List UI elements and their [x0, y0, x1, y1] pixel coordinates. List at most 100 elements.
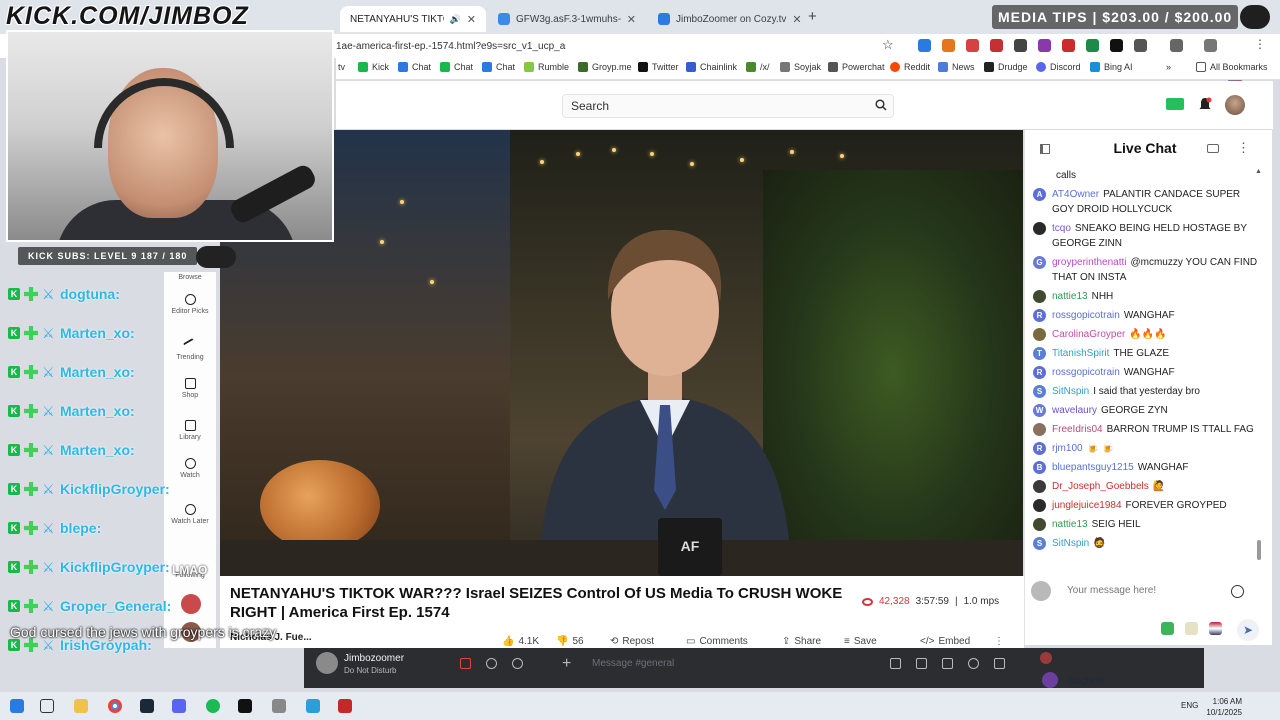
chat-menu-icon[interactable]: ⋮	[1237, 140, 1250, 156]
steam-icon[interactable]	[140, 699, 154, 713]
scroll-up-icon[interactable]: ▲	[1255, 168, 1262, 175]
bookmark-twitter[interactable]: Twitter	[638, 62, 679, 72]
chat-username[interactable]: FreeIdris04	[1052, 424, 1103, 435]
w-emote-icon[interactable]	[1185, 622, 1198, 635]
all-bookmarks[interactable]: All Bookmarks	[1196, 62, 1268, 72]
chat-username[interactable]: CarolinaGroyper	[1052, 329, 1125, 340]
extension-icon[interactable]	[1110, 39, 1123, 52]
windows-start-icon[interactable]	[10, 699, 24, 713]
send-icon[interactable]: ➤	[1237, 619, 1259, 641]
chat-username[interactable]: rossgopicotrain	[1052, 367, 1120, 378]
chat-user-avatar[interactable]	[1033, 222, 1046, 235]
chat-user-avatar[interactable]	[1033, 518, 1046, 531]
new-tab-button[interactable]: +	[808, 8, 817, 25]
chat-user-avatar[interactable]	[1033, 328, 1046, 341]
bookmark-groyp[interactable]: Groyp.me	[578, 62, 632, 72]
dislike-button[interactable]: 👎 56	[556, 636, 584, 647]
bookmark-partial[interactable]: tv	[338, 62, 345, 72]
reading-list-icon[interactable]	[1204, 39, 1217, 52]
bookmark-powerchat[interactable]: Powerchat	[828, 62, 885, 72]
gift-icon[interactable]	[890, 658, 901, 669]
video-player[interactable]: AF	[220, 130, 1023, 576]
emoji-icon[interactable]	[1231, 585, 1244, 598]
bookmark-kick[interactable]: Kick	[358, 62, 389, 72]
settings-gear-icon[interactable]	[512, 658, 523, 669]
chat-username[interactable]: Dr_Joseph_Goebbels	[1052, 481, 1149, 492]
bookmarks-overflow-icon[interactable]: »	[1166, 62, 1171, 72]
member-avatar[interactable]	[1042, 672, 1058, 688]
terminal-icon[interactable]	[238, 699, 252, 713]
telegram-icon[interactable]	[306, 699, 320, 713]
bookmark-reddit[interactable]: Reddit	[890, 62, 930, 72]
discord-icon[interactable]	[172, 699, 186, 713]
file-explorer-icon[interactable]	[74, 699, 88, 713]
bookmark-star-icon[interactable]: ☆	[882, 37, 894, 53]
chat-username[interactable]: nattie13	[1052, 519, 1088, 530]
chat-username[interactable]: SitNspin	[1052, 538, 1089, 549]
chat-user-avatar[interactable]: B	[1033, 461, 1046, 474]
go-live-camera-icon[interactable]	[1166, 98, 1184, 110]
chat-user-avatar[interactable]: G	[1033, 256, 1046, 269]
chat-scrollbar[interactable]	[1257, 540, 1261, 560]
tab-active[interactable]: NETANYAHU'S TIKTOK WAR 🔊 ✕	[340, 6, 486, 32]
nav-watch-later[interactable]: Watch Later	[164, 504, 216, 525]
repost-button[interactable]: ⟲ Repost	[610, 636, 654, 647]
bookmark-news[interactable]: News	[938, 62, 975, 72]
chat-username[interactable]: junglejuice1984	[1052, 500, 1122, 511]
like-button[interactable]: 👍 4.1K	[502, 636, 539, 647]
chat-user-avatar[interactable]	[1033, 480, 1046, 493]
extension-icon[interactable]	[1062, 39, 1075, 52]
popout-chat-icon[interactable]	[1207, 144, 1219, 153]
chat-username[interactable]: wavelaury	[1052, 405, 1097, 416]
close-tab-icon[interactable]: ✕	[792, 13, 801, 26]
flag-icon[interactable]	[1209, 622, 1222, 635]
nav-browse[interactable]: Browse	[164, 274, 216, 281]
extension-icon[interactable]	[942, 39, 955, 52]
nav-editor-picks[interactable]: Editor Picks	[164, 294, 216, 315]
chat-username[interactable]: AT4Owner	[1052, 189, 1099, 200]
chat-username[interactable]: rossgopicotrain	[1052, 310, 1120, 321]
media-control-icon[interactable]	[1170, 39, 1183, 52]
close-tab-icon[interactable]: ✕	[627, 13, 636, 26]
extension-icon[interactable]	[1038, 39, 1051, 52]
extension-icon[interactable]	[990, 39, 1003, 52]
chat-user-avatar[interactable]	[1033, 423, 1046, 436]
chrome-icon[interactable]	[108, 699, 122, 713]
chat-user-avatar[interactable]	[1033, 290, 1046, 303]
notification-bell-icon[interactable]	[1198, 97, 1212, 112]
embed-button[interactable]: </> Embed	[920, 636, 970, 647]
headphones-icon[interactable]	[486, 658, 497, 669]
chat-message-input[interactable]: Your message here!	[1061, 580, 1221, 602]
search-icon[interactable]	[875, 99, 887, 111]
chat-username[interactable]: SitNspin	[1052, 386, 1089, 397]
emoji-icon[interactable]	[968, 658, 979, 669]
nav-watch-history[interactable]: Watch	[164, 458, 216, 479]
chat-username[interactable]: bluepantsguy1215	[1052, 462, 1134, 473]
chat-user-avatar[interactable]	[1033, 499, 1046, 512]
app-icon[interactable]	[272, 699, 286, 713]
bookmark-bing[interactable]: Bing AI	[1090, 62, 1133, 72]
discord-message-input[interactable]: Message #general	[592, 658, 674, 669]
url-field[interactable]: 1ae-america-first-ep.-1574.html?e9s=src_…	[336, 37, 906, 56]
sticker-icon[interactable]	[942, 658, 953, 669]
share-button[interactable]: ⇪ Share	[782, 636, 821, 647]
nav-shop[interactable]: Shop	[164, 378, 216, 399]
task-view-icon[interactable]	[40, 699, 54, 713]
chat-username[interactable]: tcqo	[1052, 223, 1071, 234]
bookmark-rumble[interactable]: Rumble	[524, 62, 569, 72]
app-icon[interactable]	[338, 699, 352, 713]
discord-avatar[interactable]	[316, 652, 338, 674]
extension-icon[interactable]	[918, 39, 931, 52]
bookmark-x[interactable]: /x/	[746, 62, 770, 72]
chat-username[interactable]: TitanishSpirit	[1052, 348, 1109, 359]
chat-user-avatar[interactable]: S	[1033, 385, 1046, 398]
nav-trending[interactable]: Trending	[164, 337, 216, 361]
add-attachment-icon[interactable]: +	[562, 655, 571, 673]
chat-user-avatar[interactable]: R	[1033, 309, 1046, 322]
chat-user-avatar[interactable]: R	[1033, 366, 1046, 379]
browser-menu-icon[interactable]: ⋮	[1254, 38, 1267, 52]
chat-user-avatar[interactable]: T	[1033, 347, 1046, 360]
save-button[interactable]: ≡ Save	[844, 636, 877, 647]
chat-username[interactable]: nattie13	[1052, 291, 1088, 302]
bookmark-chat[interactable]: Chat	[440, 62, 473, 72]
